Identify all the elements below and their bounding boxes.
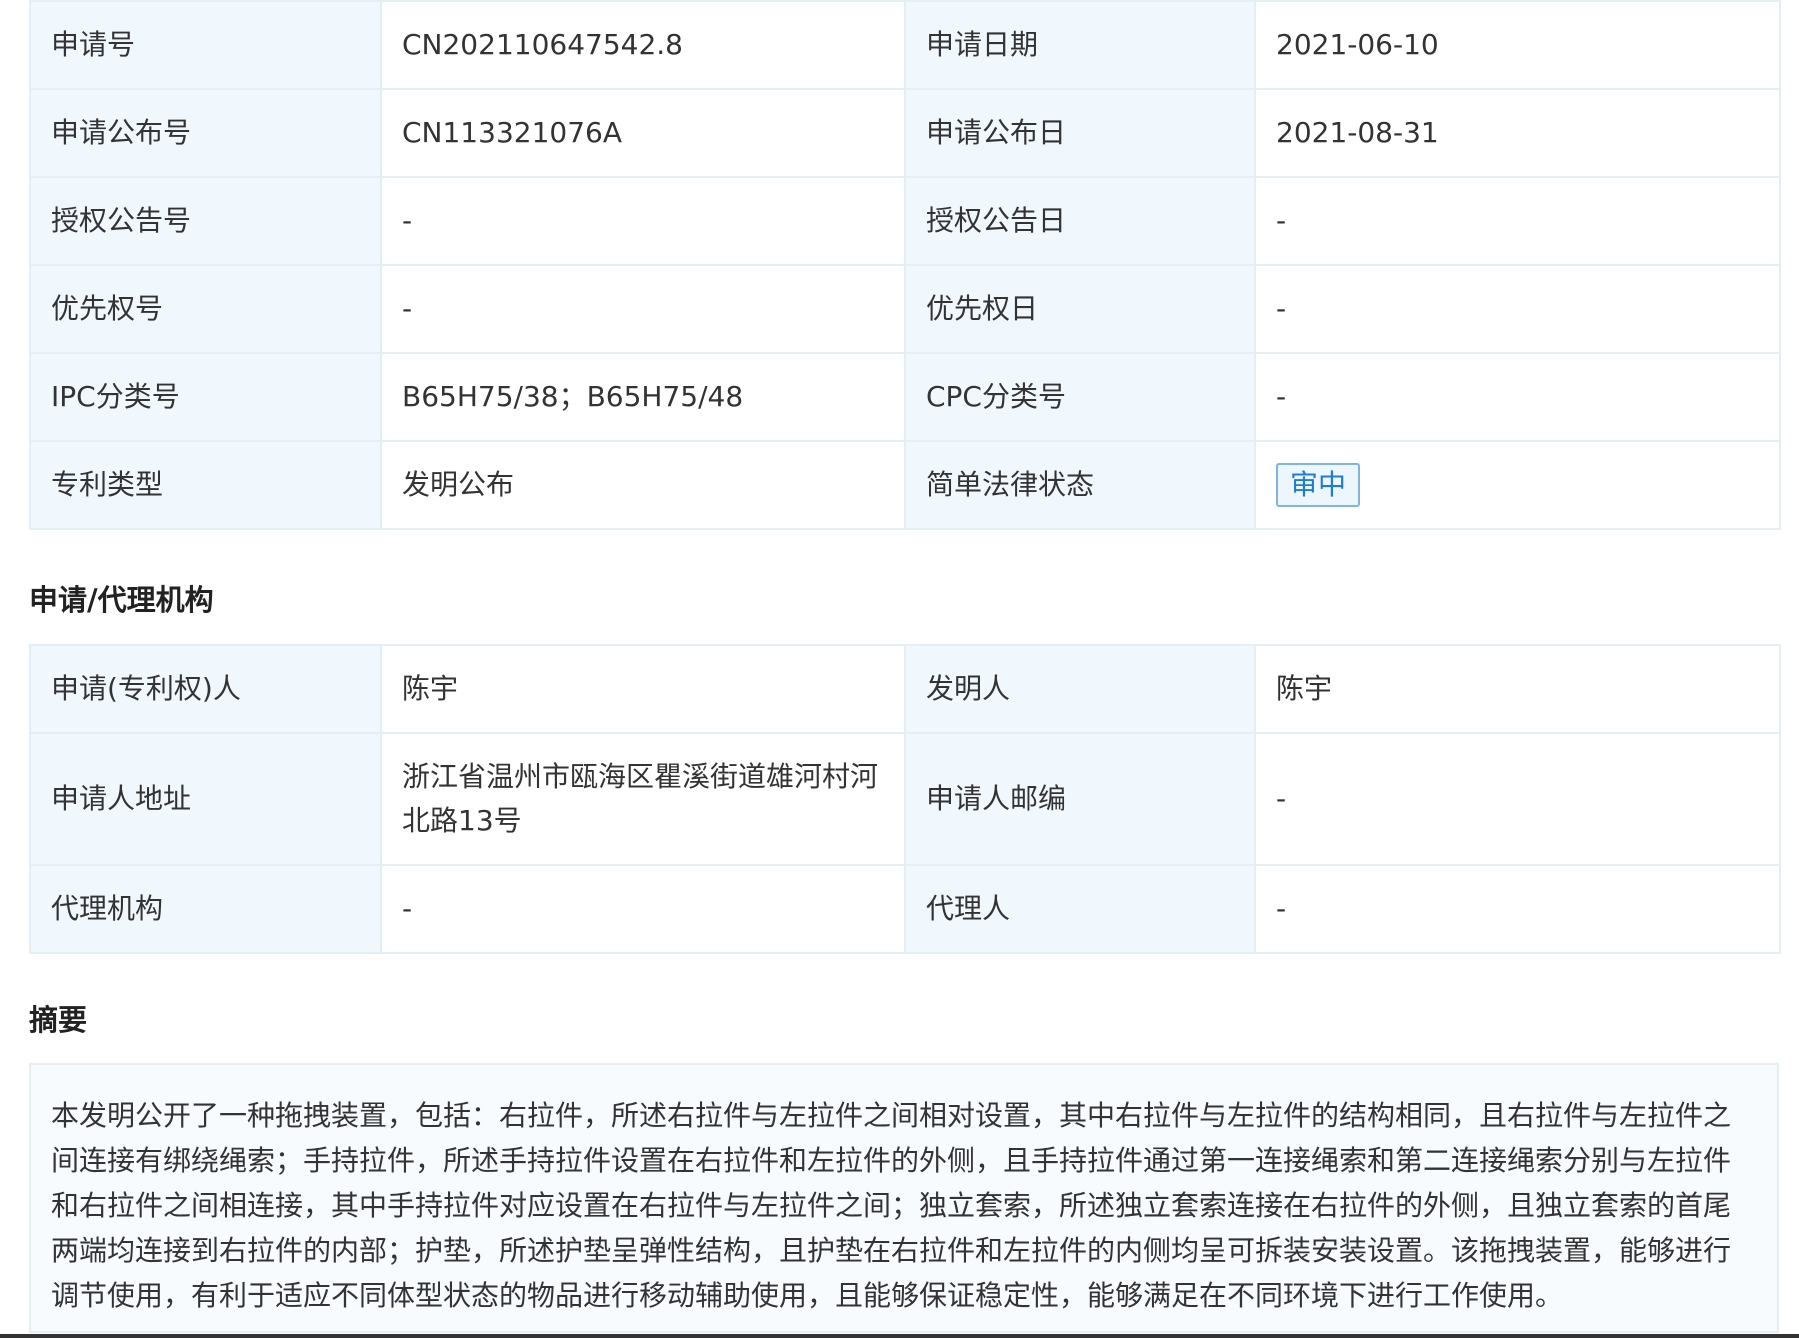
application-number-value: CN202110647542.8 <box>380 0 906 90</box>
agent-value: - <box>1254 864 1781 954</box>
table-row: 申请公布号 CN113321076A 申请公布日 2021-08-31 <box>29 88 1781 178</box>
priority-number-value: - <box>380 264 906 354</box>
table-row: 申请号 CN202110647542.8 申请日期 2021-06-10 <box>29 0 1781 90</box>
priority-date-value: - <box>1254 264 1781 354</box>
agency-table: 申请(专利权)人 陈宇 发明人 陈宇 申请人地址 浙江省温州市瓯海区瞿溪街道雄河… <box>29 644 1781 954</box>
applicant-address-label: 申请人地址 <box>29 732 382 866</box>
application-date-label: 申请日期 <box>904 0 1256 90</box>
grant-date-label: 授权公告日 <box>904 176 1256 266</box>
grant-number-value: - <box>380 176 906 266</box>
bottom-divider <box>0 1334 1799 1338</box>
table-row: 优先权号 - 优先权日 - <box>29 264 1781 354</box>
legal-status-cell: 审中 <box>1254 440 1781 530</box>
application-date-value: 2021-06-10 <box>1254 0 1781 90</box>
priority-date-label: 优先权日 <box>904 264 1256 354</box>
grant-date-value: - <box>1254 176 1781 266</box>
grant-number-label: 授权公告号 <box>29 176 382 266</box>
agency-section: 申请(专利权)人 陈宇 发明人 陈宇 申请人地址 浙江省温州市瓯海区瞿溪街道雄河… <box>29 644 1781 954</box>
publication-number-value: CN113321076A <box>380 88 906 178</box>
agent-label: 代理人 <box>904 864 1256 954</box>
table-row: 申请(专利权)人 陈宇 发明人 陈宇 <box>29 644 1781 734</box>
publication-number-label: 申请公布号 <box>29 88 382 178</box>
applicant-address-value: 浙江省温州市瓯海区瞿溪街道雄河村河北路13号 <box>380 732 906 866</box>
publication-date-label: 申请公布日 <box>904 88 1256 178</box>
agency-label: 代理机构 <box>29 864 382 954</box>
table-row: IPC分类号 B65H75/38；B65H75/48 CPC分类号 - <box>29 352 1781 442</box>
ipc-class-value: B65H75/38；B65H75/48 <box>380 352 906 442</box>
applicant-value: 陈宇 <box>380 644 906 734</box>
basic-info-section: 申请号 CN202110647542.8 申请日期 2021-06-10 申请公… <box>29 0 1781 530</box>
priority-number-label: 优先权号 <box>29 264 382 354</box>
publication-date-value: 2021-08-31 <box>1254 88 1781 178</box>
abstract-section-title: 摘要 <box>29 1003 88 1037</box>
applicant-postcode-label: 申请人邮编 <box>904 732 1256 866</box>
patent-type-label: 专利类型 <box>29 440 382 530</box>
patent-type-value: 发明公布 <box>380 440 906 530</box>
inventor-label: 发明人 <box>904 644 1256 734</box>
abstract-text: 本发明公开了一种拖拽装置，包括：右拉件，所述右拉件与左拉件之间相对设置，其中右拉… <box>29 1063 1779 1333</box>
table-row: 专利类型 发明公布 简单法律状态 审中 <box>29 440 1781 530</box>
ipc-class-label: IPC分类号 <box>29 352 382 442</box>
legal-status-badge: 审中 <box>1276 463 1361 507</box>
table-row: 授权公告号 - 授权公告日 - <box>29 176 1781 266</box>
basic-info-table: 申请号 CN202110647542.8 申请日期 2021-06-10 申请公… <box>29 0 1781 530</box>
table-row: 申请人地址 浙江省温州市瓯海区瞿溪街道雄河村河北路13号 申请人邮编 - <box>29 732 1781 866</box>
applicant-postcode-value: - <box>1254 732 1781 866</box>
legal-status-label: 简单法律状态 <box>904 440 1256 530</box>
cpc-class-value: - <box>1254 352 1781 442</box>
cpc-class-label: CPC分类号 <box>904 352 1256 442</box>
applicant-label: 申请(专利权)人 <box>29 644 382 734</box>
agency-value: - <box>380 864 906 954</box>
table-row: 代理机构 - 代理人 - <box>29 864 1781 954</box>
inventor-value: 陈宇 <box>1254 644 1781 734</box>
agency-section-title: 申请/代理机构 <box>29 583 214 617</box>
application-number-label: 申请号 <box>29 0 382 90</box>
